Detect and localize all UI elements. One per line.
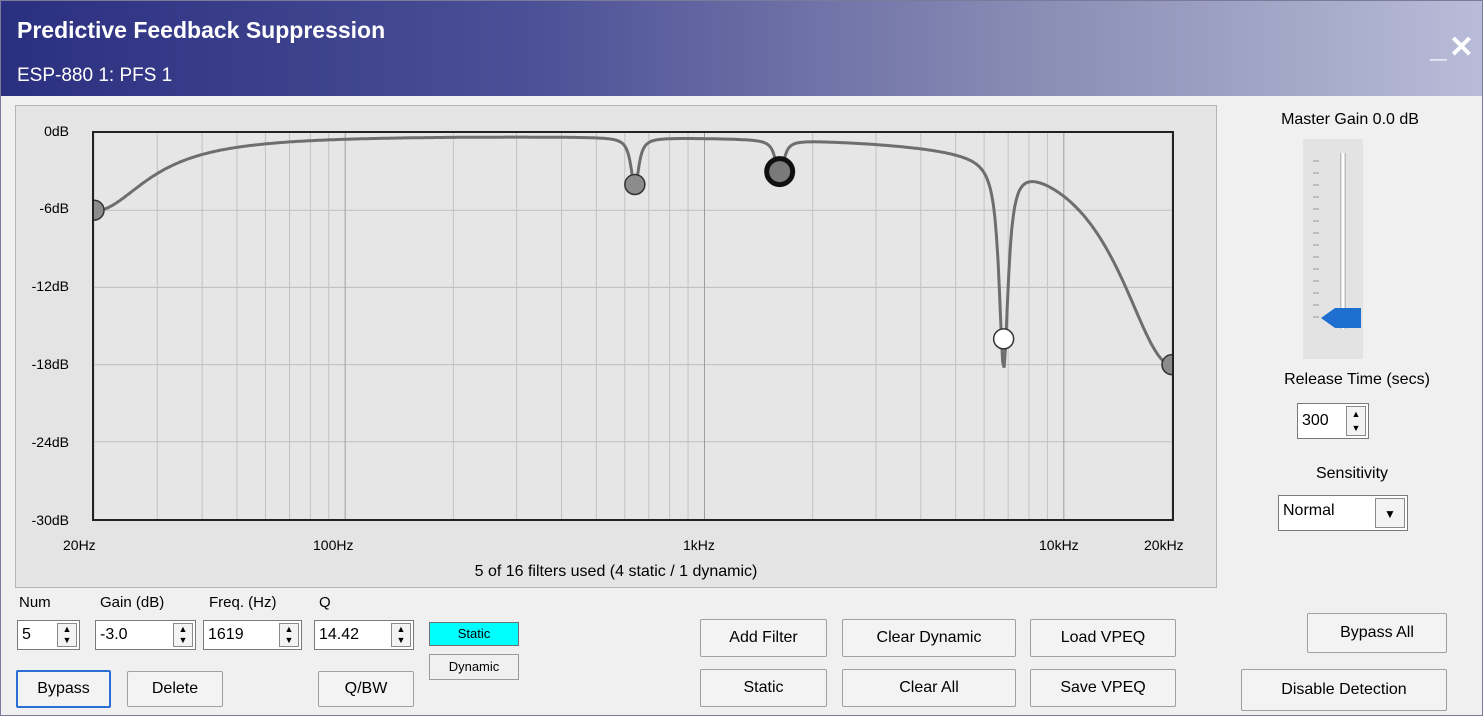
sensitivity-label: Sensitivity (1315, 465, 1389, 482)
filter-handle-1[interactable] (94, 199, 105, 221)
release-updown-icon[interactable]: ▲ ▼ (1346, 406, 1366, 436)
filter-handle-2[interactable] (624, 173, 646, 196)
y-label-5: -30dB (31, 512, 69, 528)
freq-stepper[interactable]: 1619 ▲ ▼ (203, 620, 302, 650)
close-icon[interactable]: ✕ (1449, 31, 1474, 64)
add-filter-button[interactable]: Add Filter (700, 619, 827, 657)
bypass-all-button[interactable]: Bypass All (1307, 613, 1447, 653)
static-toggle[interactable]: Static (429, 622, 519, 646)
q-value: 14.42 (319, 626, 360, 643)
sensitivity-value: Normal (1283, 502, 1335, 519)
num-stepper[interactable]: 5 ▲ ▼ (17, 620, 80, 650)
master-gain-slider-svg (1313, 153, 1361, 329)
release-time-value: 300 (1302, 412, 1329, 429)
num-value: 5 (22, 626, 31, 643)
gain-updown-icon[interactable]: ▲ ▼ (173, 623, 193, 647)
x-label-4: 20kHz (1144, 537, 1184, 553)
release-time-label: Release Time (secs) (1284, 371, 1430, 388)
x-label-3: 10kHz (1039, 537, 1079, 553)
master-gain-label: Master Gain 0.0 dB (1281, 111, 1419, 128)
q-bw-button[interactable]: Q/BW (318, 671, 414, 707)
q-label: Q (319, 594, 331, 611)
release-time-stepper[interactable]: 300 ▲ ▼ (1297, 403, 1369, 439)
freq-value: 1619 (208, 626, 244, 643)
minimize-icon[interactable]: _ (1430, 31, 1447, 64)
chevron-down-icon[interactable]: ▼ (1375, 498, 1405, 528)
gain-label: Gain (dB) (100, 594, 165, 611)
filter-handle-3[interactable] (764, 156, 796, 188)
y-label-4: -24dB (31, 434, 69, 450)
eq-graph-svg[interactable] (94, 133, 1172, 519)
freq-label: Freq. (Hz) (209, 594, 277, 611)
x-label-0: 20Hz (63, 537, 96, 553)
x-label-2: 1kHz (683, 537, 715, 553)
y-label-0: 0dB (44, 123, 69, 139)
window-subtitle: ESP-880 1: PFS 1 (17, 65, 173, 86)
eq-plot[interactable] (92, 131, 1174, 521)
delete-button[interactable]: Delete (127, 671, 223, 707)
q-updown-icon[interactable]: ▲ ▼ (391, 623, 411, 647)
master-gain-slider[interactable] (1303, 139, 1363, 359)
y-label-1: -6dB (39, 200, 69, 216)
clear-all-button[interactable]: Clear All (842, 669, 1016, 707)
gain-stepper[interactable]: -3.0 ▲ ▼ (95, 620, 196, 650)
freq-updown-icon[interactable]: ▲ ▼ (279, 623, 299, 647)
y-label-3: -18dB (31, 356, 69, 372)
bypass-button[interactable]: Bypass (16, 670, 111, 708)
static-button[interactable]: Static (700, 669, 827, 707)
q-stepper[interactable]: 14.42 ▲ ▼ (314, 620, 414, 650)
pfs-window: Predictive Feedback Suppression ESP-880 … (0, 0, 1483, 716)
gain-value: -3.0 (100, 626, 128, 643)
filter-usage-text: 5 of 16 filters used (4 static / 1 dynam… (474, 563, 758, 580)
clear-dynamic-button[interactable]: Clear Dynamic (842, 619, 1016, 657)
disable-detection-button[interactable]: Disable Detection (1241, 669, 1447, 711)
title-bar[interactable]: Predictive Feedback Suppression ESP-880 … (1, 1, 1482, 96)
filter-handle-5[interactable] (1161, 353, 1172, 376)
load-vpeq-button[interactable]: Load VPEQ (1030, 619, 1176, 657)
save-vpeq-button[interactable]: Save VPEQ (1030, 669, 1176, 707)
dynamic-toggle[interactable]: Dynamic (429, 654, 519, 680)
filter-handle-4[interactable] (992, 328, 1015, 350)
window-title: Predictive Feedback Suppression (17, 17, 386, 43)
y-label-2: -12dB (31, 278, 69, 294)
num-label: Num (19, 594, 51, 611)
num-updown-icon[interactable]: ▲ ▼ (57, 623, 77, 647)
sensitivity-dropdown[interactable]: Normal ▼ (1278, 495, 1408, 531)
master-gain-thumb[interactable] (1321, 308, 1361, 328)
x-label-1: 100Hz (313, 537, 354, 553)
